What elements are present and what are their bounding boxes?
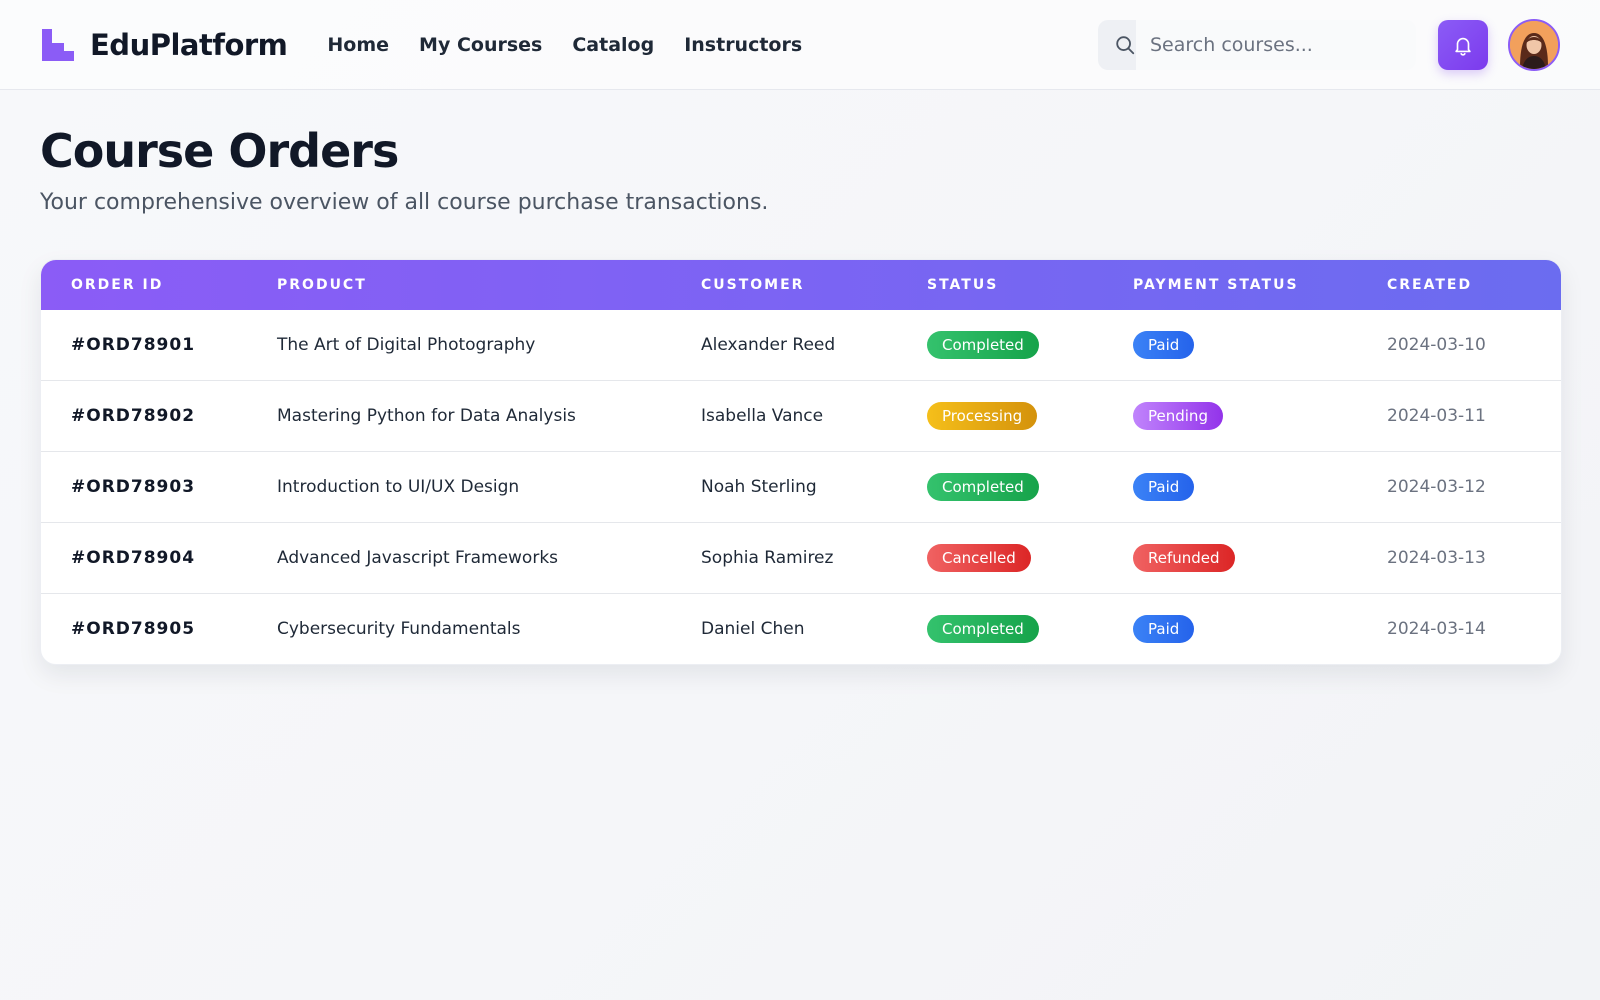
user-avatar[interactable] xyxy=(1508,18,1560,71)
page-subtitle: Your comprehensive overview of all cours… xyxy=(40,190,769,215)
status-badge: Completed xyxy=(927,331,1039,359)
page-title: Course Orders xyxy=(40,124,399,178)
main-content: Course Orders Your comprehensive overvie… xyxy=(0,90,1600,665)
search-icon xyxy=(1116,35,1135,54)
eduplatform-logo-icon xyxy=(42,28,74,61)
status-cell: Completed xyxy=(897,310,1103,381)
payment-status-cell: Paid xyxy=(1103,451,1357,523)
payment-status-badge: Refunded xyxy=(1133,544,1235,572)
payment-status-cell: Refunded xyxy=(1103,522,1357,594)
product-cell: Introduction to UI/UX Design xyxy=(247,451,671,523)
table-row[interactable]: #ORD78904 Advanced Javascript Frameworks… xyxy=(41,522,1561,594)
product-cell: Mastering Python for Data Analysis xyxy=(247,380,671,452)
payment-status-cell: Paid xyxy=(1103,593,1357,664)
payment-status-badge: Pending xyxy=(1133,402,1223,430)
main-nav: Home My Courses Catalog Instructors xyxy=(327,34,802,56)
product-cell: Cybersecurity Fundamentals xyxy=(247,593,671,664)
customer-cell: Sophia Ramirez xyxy=(671,522,897,594)
orders-table-card: ORDER ID PRODUCT CUSTOMER STATUS PAYMENT… xyxy=(40,259,1562,665)
customer-cell: Daniel Chen xyxy=(671,593,897,664)
search-input[interactable] xyxy=(1148,32,1392,57)
table-row[interactable]: #ORD78902 Mastering Python for Data Anal… xyxy=(41,380,1561,452)
payment-status-badge: Paid xyxy=(1133,331,1195,359)
product-cell: The Art of Digital Photography xyxy=(277,335,536,355)
created-date-cell: 2024-03-11 xyxy=(1357,380,1561,452)
status-cell: Processing xyxy=(897,380,1103,452)
status-badge: Cancelled xyxy=(927,544,1031,572)
created-date-cell: 2024-03-12 xyxy=(1357,451,1561,523)
nav-item-home[interactable]: Home xyxy=(327,34,389,56)
column-header-order-id[interactable]: ORDER ID xyxy=(41,260,247,310)
nav-item-instructors[interactable]: Instructors xyxy=(684,34,802,56)
user-avatar-image xyxy=(1510,20,1558,69)
table-header-row: ORDER ID PRODUCT CUSTOMER STATUS PAYMENT… xyxy=(41,260,1561,310)
customer-cell: Alexander Reed xyxy=(701,335,836,355)
order-id-cell[interactable]: #ORD78905 xyxy=(41,593,247,664)
table-row[interactable]: #ORD78903 Introduction to UI/UX Design N… xyxy=(41,451,1561,523)
status-cell: Cancelled xyxy=(897,522,1103,594)
customer-cell: Noah Sterling xyxy=(671,451,897,523)
status-cell: Completed xyxy=(897,593,1103,664)
payment-status-cell: Pending xyxy=(1103,380,1357,452)
order-id-cell[interactable]: #ORD78904 xyxy=(41,522,247,594)
created-date-cell: 2024-03-13 xyxy=(1357,522,1561,594)
bell-icon xyxy=(1455,37,1471,56)
status-badge: Completed xyxy=(927,615,1039,643)
customer-cell: Isabella Vance xyxy=(671,380,897,452)
created-date-cell: 2024-03-10 xyxy=(1387,335,1486,355)
created-date-cell: 2024-03-14 xyxy=(1357,593,1561,664)
top-navigation-bar: EduPlatform Home My Courses Catalog Inst… xyxy=(0,0,1600,90)
nav-item-my-courses[interactable]: My Courses xyxy=(419,34,542,56)
orders-table: ORDER ID PRODUCT CUSTOMER STATUS PAYMENT… xyxy=(41,260,1561,664)
notifications-button[interactable] xyxy=(1438,19,1488,70)
payment-status-badge: Paid xyxy=(1133,615,1195,643)
payment-status-badge: Paid xyxy=(1133,473,1195,501)
status-badge: Processing xyxy=(927,402,1038,430)
column-header-status[interactable]: STATUS xyxy=(897,260,1103,310)
table-row[interactable]: #ORD78901 The Art of Digital Photography… xyxy=(41,310,1561,381)
payment-status-cell: Paid xyxy=(1103,310,1357,381)
status-cell: Completed xyxy=(897,451,1103,523)
brand-name: EduPlatform xyxy=(90,27,288,62)
order-id-cell[interactable]: #ORD78901 xyxy=(41,310,247,381)
status-badge: Completed xyxy=(927,473,1039,501)
brand[interactable]: EduPlatform xyxy=(40,27,288,63)
nav-item-catalog[interactable]: Catalog xyxy=(572,34,654,56)
column-header-customer[interactable]: CUSTOMER xyxy=(671,260,897,310)
order-id-cell[interactable]: #ORD78903 xyxy=(41,451,247,523)
order-id-cell[interactable]: #ORD78902 xyxy=(41,380,247,452)
search-box[interactable] xyxy=(1098,19,1416,70)
table-row[interactable]: #ORD78905 Cybersecurity Fundamentals Dan… xyxy=(41,593,1561,664)
column-header-created[interactable]: CREATED xyxy=(1357,260,1561,310)
column-header-payment-status[interactable]: PAYMENT STATUS xyxy=(1103,260,1357,310)
product-cell: Advanced Javascript Frameworks xyxy=(247,522,671,594)
column-header-product[interactable]: PRODUCT xyxy=(247,260,671,310)
